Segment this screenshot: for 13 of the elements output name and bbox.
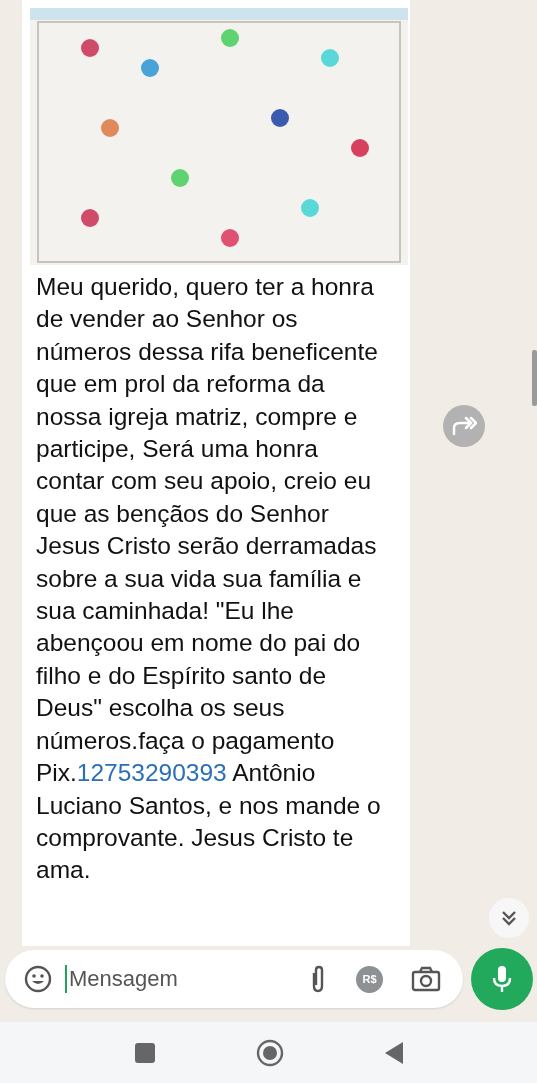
home-icon[interactable]: [255, 1038, 284, 1067]
phone-link[interactable]: 12753290393: [76, 759, 227, 787]
emoji-icon[interactable]: [23, 964, 53, 994]
scrollbar: [532, 350, 537, 406]
microphone-icon: [491, 964, 513, 994]
scroll-down-button[interactable]: [488, 898, 529, 938]
camera-icon[interactable]: [411, 966, 441, 992]
back-icon[interactable]: [383, 1040, 404, 1065]
double-chevron-icon: [499, 909, 518, 927]
payment-button[interactable]: R$: [356, 965, 383, 993]
forward-icon: [450, 416, 477, 436]
recents-icon[interactable]: [133, 1041, 156, 1064]
message-text: Meu querido, quero ter a honra de vender ao Senhor os números dessa rifa beneficente que em prol da reforma da nossa igreja matriz, compre e participe, Será uma honra contar com seu apoio, creio eu que as bençãos do Senhor Jesus Cristo serão derramadas sobre a sua vida sua família e sua caminhada! "Eu lhe abençoou em nome do pai do filho e do Espírito santo de Deus" escolha os seus números.faça o pagamento Pix.12753290393 Antônio Luciano Santos, e nos mande o comprovante. Jesus Cristo te ama.: [36, 272, 382, 886]
